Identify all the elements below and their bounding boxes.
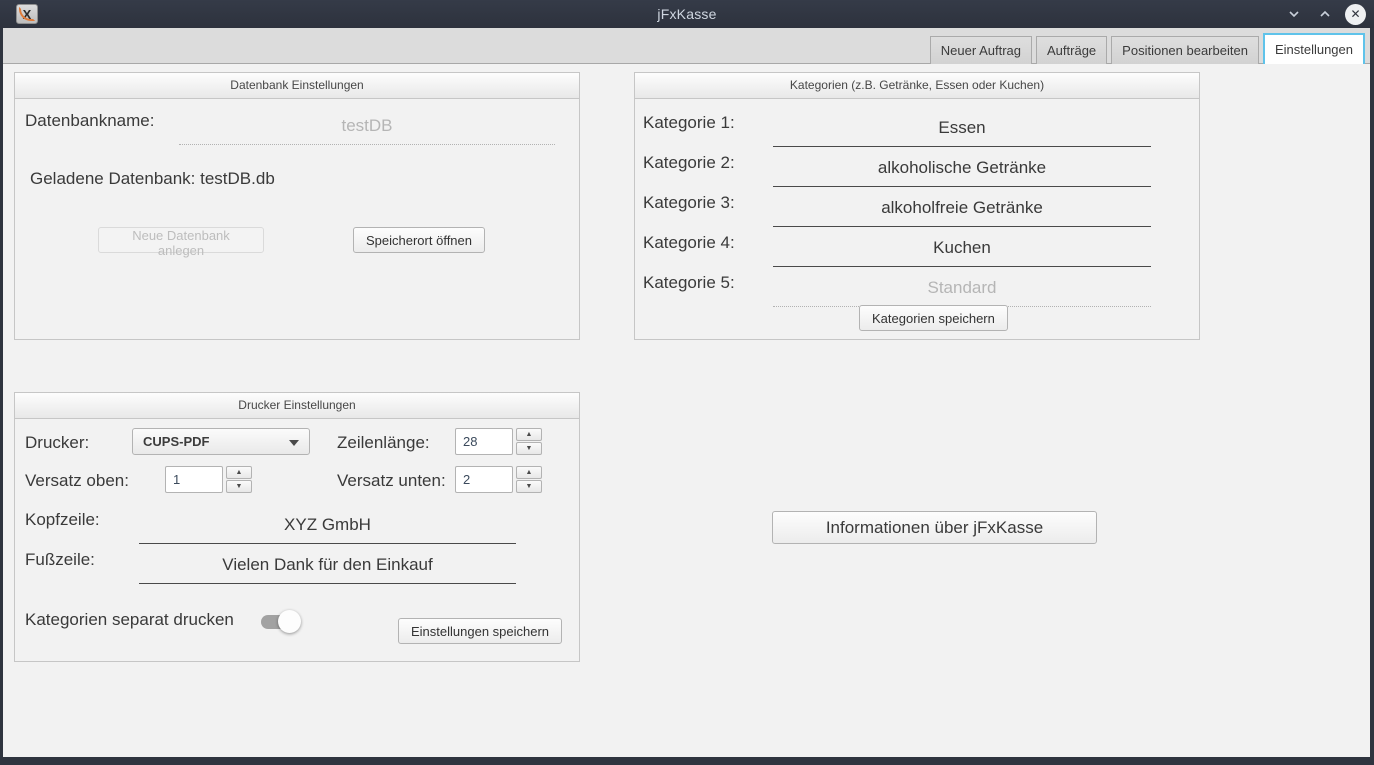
tab-positionen-bearbeiten[interactable]: Positionen bearbeiten — [1111, 36, 1259, 64]
category-2-field-wrap — [773, 149, 1151, 187]
spin-down-icon[interactable]: ▼ — [516, 442, 542, 455]
offset-bottom-spinner: ▲ ▼ — [455, 466, 542, 493]
minimize-icon[interactable] — [1283, 4, 1304, 25]
offset-bottom-input[interactable] — [455, 466, 513, 493]
toggle-knob — [278, 610, 301, 633]
create-database-button[interactable]: Neue Datenbank anlegen — [98, 227, 264, 253]
printer-settings-panel: Drucker Einstellungen Drucker: CUPS-PDF … — [14, 392, 580, 662]
categories-panel-title: Kategorien (z.B. Getränke, Essen oder Ku… — [635, 73, 1199, 99]
offset-bottom-label: Versatz unten: — [337, 471, 446, 491]
close-icon[interactable]: ✕ — [1345, 4, 1366, 25]
spin-up-icon[interactable]: ▲ — [226, 466, 252, 479]
categories-panel: Kategorien (z.B. Getränke, Essen oder Ku… — [634, 72, 1200, 340]
save-categories-button[interactable]: Kategorien speichern — [859, 305, 1008, 331]
category-1-label: Kategorie 1: — [643, 113, 735, 133]
category-4-field-wrap — [773, 229, 1151, 267]
open-location-button[interactable]: Speicherort öffnen — [353, 227, 485, 253]
printer-label: Drucker: — [25, 433, 89, 453]
category-5-label: Kategorie 5: — [643, 273, 735, 293]
line-length-label: Zeilenlänge: — [337, 433, 430, 453]
category-2-input[interactable] — [773, 149, 1151, 187]
database-name-label: Datenbankname: — [25, 111, 154, 131]
spin-up-icon[interactable]: ▲ — [516, 428, 542, 441]
spin-up-icon[interactable]: ▲ — [516, 466, 542, 479]
tab-neuer-auftrag[interactable]: Neuer Auftrag — [930, 36, 1032, 64]
category-3-input[interactable] — [773, 189, 1151, 227]
titlebar: X jFxKasse ✕ — [0, 0, 1374, 28]
category-5-field-wrap — [773, 269, 1151, 307]
header-line-label: Kopfzeile: — [25, 510, 100, 530]
category-3-field-wrap — [773, 189, 1151, 227]
offset-top-spinner: ▲ ▼ — [165, 466, 252, 493]
separate-categories-label: Kategorien separat drucken — [25, 610, 234, 630]
category-3-label: Kategorie 3: — [643, 193, 735, 213]
printer-panel-title: Drucker Einstellungen — [15, 393, 579, 419]
line-length-input[interactable] — [455, 428, 513, 455]
category-4-input[interactable] — [773, 229, 1151, 267]
offset-top-input[interactable] — [165, 466, 223, 493]
offset-top-label: Versatz oben: — [25, 471, 129, 491]
app-icon: X — [16, 4, 38, 24]
separate-categories-toggle[interactable] — [261, 615, 297, 629]
database-name-field-wrap — [179, 107, 555, 145]
window-controls: ✕ — [1283, 0, 1366, 28]
footer-line-label: Fußzeile: — [25, 550, 95, 570]
category-2-label: Kategorie 2: — [643, 153, 735, 173]
database-settings-panel: Datenbank Einstellungen Datenbankname: G… — [14, 72, 580, 340]
category-5-input[interactable] — [773, 269, 1151, 307]
app-icon-glyph: X — [23, 7, 32, 22]
line-length-spinner: ▲ ▼ — [455, 428, 542, 455]
spin-down-icon[interactable]: ▼ — [226, 480, 252, 493]
info-about-button[interactable]: Informationen über jFxKasse — [772, 511, 1097, 544]
category-1-input[interactable] — [773, 109, 1151, 147]
footer-line-field-wrap — [139, 546, 516, 584]
combo-arrow-icon — [289, 440, 299, 446]
tab-bar: Neuer Auftrag Aufträge Positionen bearbe… — [3, 28, 1370, 64]
loaded-database-label: Geladene Datenbank: testDB.db — [30, 169, 275, 189]
window-frame: Neuer Auftrag Aufträge Positionen bearbe… — [0, 28, 1374, 765]
database-panel-title: Datenbank Einstellungen — [15, 73, 579, 99]
maximize-icon[interactable] — [1314, 4, 1335, 25]
header-line-input[interactable] — [139, 506, 516, 544]
window-title: jFxKasse — [0, 6, 1374, 22]
category-4-label: Kategorie 4: — [643, 233, 735, 253]
spin-down-icon[interactable]: ▼ — [516, 480, 542, 493]
tab-auftraege[interactable]: Aufträge — [1036, 36, 1107, 64]
tab-einstellungen[interactable]: Einstellungen — [1263, 33, 1365, 64]
database-name-input[interactable] — [179, 107, 555, 145]
header-line-field-wrap — [139, 506, 516, 544]
footer-line-input[interactable] — [139, 546, 516, 584]
tab-list: Neuer Auftrag Aufträge Positionen bearbe… — [930, 33, 1365, 64]
save-settings-button[interactable]: Einstellungen speichern — [398, 618, 562, 644]
printer-select[interactable]: CUPS-PDF — [132, 428, 310, 455]
printer-select-value: CUPS-PDF — [143, 434, 209, 449]
category-1-field-wrap — [773, 109, 1151, 147]
content-area: Neuer Auftrag Aufträge Positionen bearbe… — [3, 28, 1370, 757]
